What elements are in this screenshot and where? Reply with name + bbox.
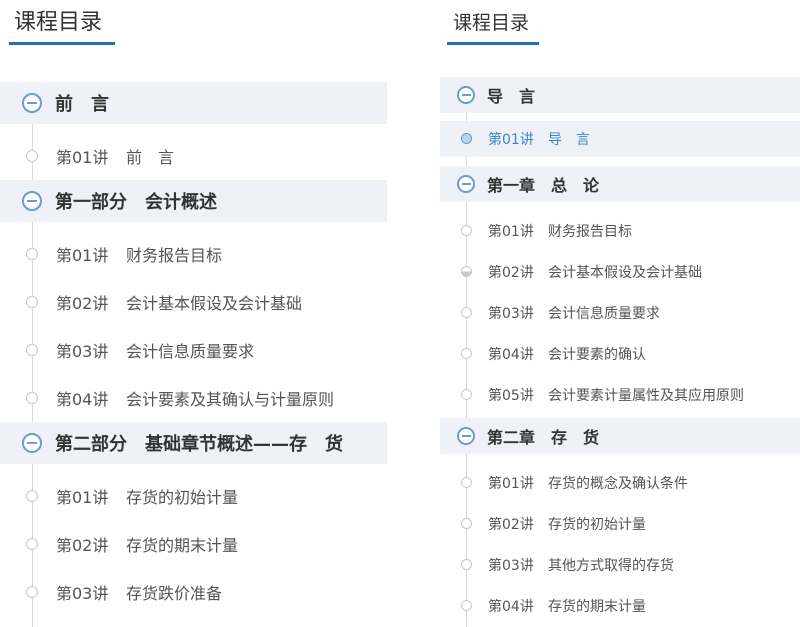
lesson-number: 第01讲 — [488, 475, 534, 492]
section-title: 导 言 — [487, 87, 536, 106]
section-title: 第二章 存 货 — [487, 428, 600, 447]
collapse-icon[interactable] — [22, 93, 42, 113]
lesson-item[interactable]: 第02讲 存货的初始计量 — [440, 503, 800, 544]
lesson-title: 会计要素及其确认与计量原则 — [126, 390, 335, 409]
title-underline — [447, 42, 539, 45]
lesson-number: 第04讲 — [56, 390, 109, 409]
lesson-number: 第01讲 — [488, 223, 534, 240]
lesson-number: 第03讲 — [488, 305, 534, 322]
lesson-item[interactable]: 第05讲 会计要素计量属性及其应用原则 — [440, 374, 800, 415]
collapse-icon[interactable] — [457, 86, 475, 104]
course-catalog-left: 课程目录 前 言第01讲前 言第一部分 会计概述 第01讲 财务报告目标 第02讲 会计… — [0, 0, 390, 627]
progress-dot-icon — [461, 389, 472, 400]
lesson-number: 第04讲 — [488, 598, 534, 615]
progress-dot-icon — [26, 248, 38, 260]
lesson-item[interactable]: 第01讲导 言 — [440, 121, 800, 157]
lesson-item[interactable]: 第01讲 财务报告目标 — [440, 210, 800, 251]
progress-dot-icon — [461, 559, 472, 570]
section-header[interactable]: 第二部分 基础章节概述——存 货 — [0, 422, 387, 464]
progress-dot-icon — [461, 600, 472, 611]
lesson-number: 第02讲 — [56, 536, 109, 555]
lesson-number: 第03讲 — [488, 557, 534, 574]
lesson-item[interactable]: 第01讲前 言 — [0, 132, 390, 180]
progress-dot-icon — [461, 307, 472, 318]
section-header[interactable]: 第二章 存 货 — [440, 418, 800, 454]
lesson-title: 存货的初始计量 — [548, 516, 646, 533]
lesson-title: 其他方式取得的存货 — [548, 557, 674, 574]
lesson-item[interactable]: 第01讲 存货的初始计量 — [0, 472, 390, 520]
section-header[interactable]: 第一部分 会计概述 — [0, 180, 387, 222]
collapse-icon[interactable] — [22, 433, 42, 453]
lesson-title: 会计要素的确认 — [548, 346, 646, 363]
lesson-item[interactable]: 第04讲 会计要素的确认 — [440, 333, 800, 374]
collapse-icon[interactable] — [457, 427, 475, 445]
section-title: 第二部分 基础章节概述——存 货 — [55, 434, 343, 455]
progress-dot-icon — [26, 538, 38, 550]
lesson-number: 第03讲 — [56, 584, 109, 603]
catalog-title: 课程目录 — [453, 12, 530, 34]
progress-dot-icon — [26, 344, 38, 356]
lesson-item[interactable]: 第03讲 会计信息质量要求 — [0, 326, 390, 374]
lesson-title: 存货的概念及确认条件 — [548, 475, 688, 492]
lesson-title: 导 言 — [548, 132, 590, 148]
course-catalog-right: 课程目录 导 言第01讲导 言第一章 总 论第01讲 财务报告目标 第02讲 会计基本… — [440, 0, 800, 627]
lesson-title: 会计要素计量属性及其应用原则 — [548, 387, 744, 404]
lesson-number: 第03讲 — [56, 342, 109, 361]
lesson-title: 会计基本假设及会计基础 — [126, 294, 303, 313]
lesson-item[interactable]: 第03讲 会计信息质量要求 — [440, 292, 800, 333]
lesson-item[interactable]: 第03讲 其他方式取得的存货 — [440, 544, 800, 585]
lesson-title: 财务报告目标 — [126, 246, 223, 265]
title-underline — [9, 42, 115, 45]
lesson-title: 财务报告目标 — [548, 223, 632, 240]
lesson-item[interactable]: 第02讲 会计基本假设及会计基础 — [0, 278, 390, 326]
lesson-title: 会计信息质量要求 — [548, 305, 660, 322]
section-title: 第一部分 会计概述 — [55, 192, 217, 213]
section-title: 第一章 总 论 — [487, 176, 600, 195]
lesson-title: 会计信息质量要求 — [126, 342, 255, 361]
lesson-item[interactable]: 第01讲 财务报告目标 — [0, 230, 390, 278]
lesson-title: 存货跌价准备 — [126, 584, 223, 603]
section-title: 前 言 — [55, 94, 109, 115]
lesson-item[interactable]: 第04讲 会计要素及其确认与计量原则 — [0, 374, 390, 422]
lesson-item[interactable]: 第04讲 存货的期末计量 — [440, 585, 800, 626]
progress-dot-icon — [26, 392, 38, 404]
lesson-title: 存货的期末计量 — [126, 536, 239, 555]
progress-dot-icon — [461, 225, 472, 236]
progress-dot-icon — [461, 266, 472, 277]
lesson-number: 第02讲 — [488, 264, 534, 281]
lesson-number: 第02讲 — [488, 516, 534, 533]
progress-dot-icon — [26, 490, 38, 502]
progress-dot-icon — [461, 348, 472, 359]
lesson-item[interactable]: 第02讲 存货的期末计量 — [0, 520, 390, 568]
lesson-number: 第02讲 — [56, 294, 109, 313]
collapse-icon[interactable] — [22, 191, 42, 211]
lesson-item[interactable]: 第02讲 会计基本假设及会计基础 — [440, 251, 800, 292]
lesson-item[interactable]: 第03讲 存货跌价准备 — [0, 568, 390, 616]
section-header[interactable]: 前 言 — [0, 82, 387, 124]
lesson-number: 第01讲 — [56, 148, 109, 167]
progress-dot-icon — [26, 296, 38, 308]
section-header[interactable]: 第一章 总 论 — [440, 166, 800, 202]
lesson-item[interactable]: 第01讲 存货的概念及确认条件 — [440, 462, 800, 503]
lesson-title: 会计基本假设及会计基础 — [548, 264, 702, 281]
lesson-number: 第01讲 — [488, 132, 534, 148]
lesson-number: 第01讲 — [56, 246, 109, 265]
lesson-number: 第01讲 — [56, 488, 109, 507]
progress-dot-icon — [461, 518, 472, 529]
lesson-number: 第05讲 — [488, 387, 534, 404]
lesson-title: 存货的初始计量 — [126, 488, 239, 507]
lesson-title: 存货的期末计量 — [548, 598, 646, 615]
section-header[interactable]: 导 言 — [440, 77, 800, 113]
progress-dot-icon — [26, 586, 38, 598]
catalog-title: 课程目录 — [14, 10, 103, 35]
progress-dot-icon — [26, 150, 38, 162]
lesson-number: 第04讲 — [488, 346, 534, 363]
collapse-icon[interactable] — [457, 175, 475, 193]
progress-dot-icon — [461, 133, 472, 144]
progress-dot-icon — [461, 477, 472, 488]
lesson-title: 前 言 — [126, 148, 175, 167]
